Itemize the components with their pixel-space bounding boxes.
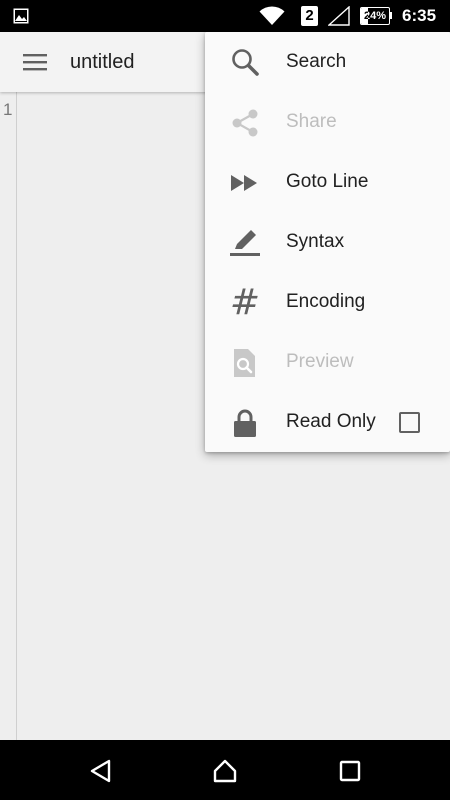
menu-item-syntax[interactable]: Syntax [205, 212, 450, 272]
battery-body: 24% [360, 7, 390, 25]
highlighter-icon [230, 230, 260, 256]
hash-icon: # [229, 282, 261, 323]
menu-item-label: Syntax [286, 231, 345, 252]
menu-item-label: Goto Line [286, 171, 369, 192]
menu-item-share[interactable]: Share [205, 92, 450, 152]
preview-file-icon [234, 349, 255, 377]
menu-item-preview[interactable]: Preview [205, 332, 450, 392]
document-title: untitled [70, 51, 135, 73]
line-number-gutter: 1 [0, 92, 17, 740]
back-icon[interactable] [88, 758, 114, 784]
home-icon[interactable] [212, 758, 238, 784]
recents-icon[interactable] [337, 758, 363, 784]
menu-item-label: Preview [286, 351, 354, 372]
status-clock: 6:35 [402, 6, 437, 25]
menu-item-label: Share [286, 111, 337, 132]
sim-slot-badge: 2 [301, 6, 318, 26]
status-bar: 2 24% 6:35 [0, 0, 450, 32]
menu-item-search[interactable]: Search [205, 32, 450, 92]
menu-item-label: Read Only [286, 411, 376, 432]
lock-icon [234, 409, 256, 437]
battery-indicator: 24% [360, 7, 392, 25]
gallery-notification-icon [13, 8, 29, 24]
menu-item-label: Encoding [286, 291, 366, 312]
navigation-bar [0, 740, 450, 800]
battery-tip [390, 12, 392, 19]
fast-forward-icon [231, 175, 257, 191]
menu-item-read-only[interactable]: Read Only [205, 392, 450, 452]
overflow-menu: Search Share Goto Line Syntax # Encoding [205, 32, 450, 452]
line-number: 1 [3, 100, 13, 119]
menu-item-label: Search [286, 51, 347, 72]
menu-item-goto-line[interactable]: Goto Line [205, 152, 450, 212]
wifi-icon [259, 6, 285, 25]
hamburger-menu-icon[interactable] [23, 52, 47, 72]
search-icon [232, 49, 259, 76]
share-icon [232, 109, 258, 137]
signal-icon [328, 6, 350, 26]
read-only-checkbox[interactable] [399, 412, 420, 433]
battery-percent: 24% [363, 10, 387, 22]
menu-item-encoding[interactable]: # Encoding [205, 272, 450, 332]
